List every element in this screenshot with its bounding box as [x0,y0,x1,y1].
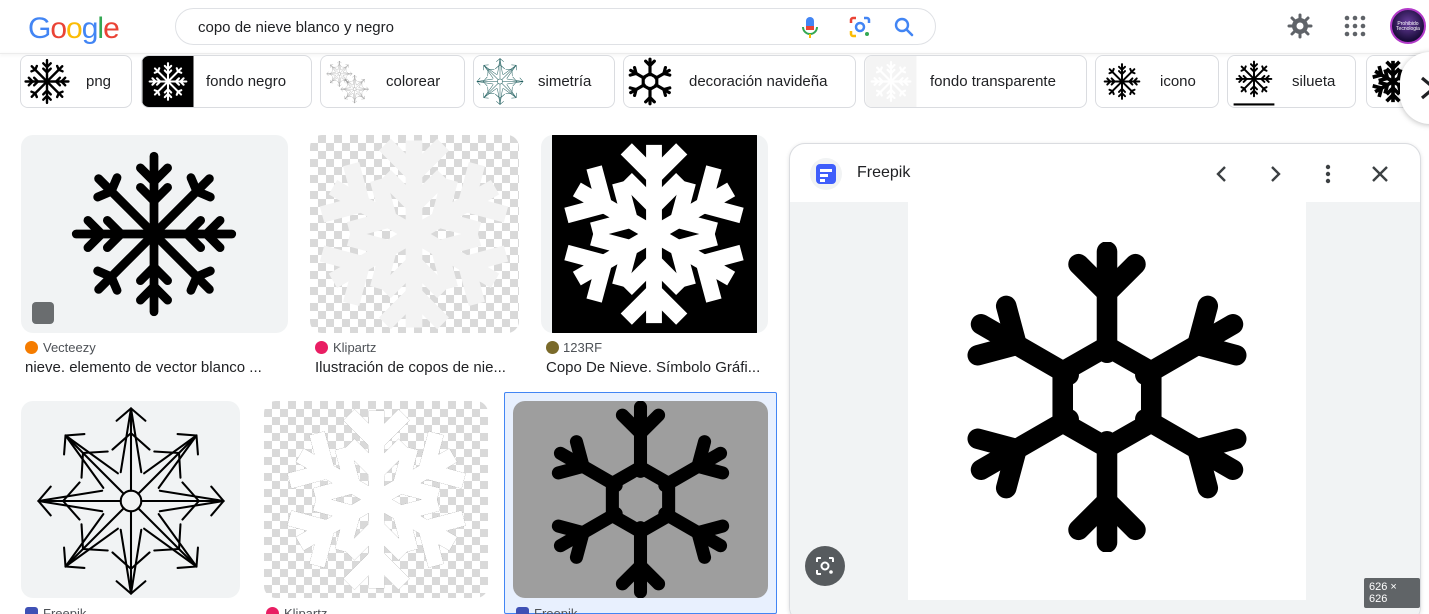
chip-thumbnail [624,56,676,107]
chip-thumbnail [474,56,526,107]
chip-label: png [86,73,112,90]
settings-gear-icon[interactable] [1287,13,1313,39]
header-divider [0,53,1429,54]
chip-label: colorear [386,73,441,90]
logo-letter: e [103,12,120,45]
chip-thumbnail [142,56,194,107]
result-source[interactable]: 123RF [563,340,602,355]
result-caption[interactable]: Ilustración de copos de nie... [315,359,519,376]
google-lens-icon [816,557,834,575]
logo-letter: o [50,12,67,45]
chip-fondo-negro[interactable]: fondo negro [141,55,312,108]
search-query-text[interactable]: copo de nieve blanco y negro [198,19,394,36]
result-image-3[interactable] [541,135,768,333]
logo-letter: g [81,12,99,45]
search-icon[interactable] [893,16,915,38]
snowflake-image [64,144,244,324]
result-image-5[interactable] [264,401,488,598]
more-options-icon[interactable] [1312,158,1344,190]
chip-label: fondo transparente [930,73,1056,90]
chip-simetria[interactable]: simetría [473,55,615,108]
freepik-favicon-icon [516,607,529,614]
logo-letter: G [28,12,51,45]
snowflake-image [952,242,1262,552]
apps-grid-icon[interactable] [1344,15,1366,37]
avatar-text: Prohibido Tecnologia [1396,21,1420,32]
chip-label: icono [1160,73,1196,90]
snowflake-image [315,135,513,333]
result-image-6[interactable] [513,401,768,598]
klipartz-favicon-icon [266,607,279,614]
panel-source-name[interactable]: Freepik [857,164,910,182]
chip-png[interactable]: png [20,55,132,108]
result-source[interactable]: Klipartz [284,606,327,614]
freepik-logo-icon [810,158,842,190]
chip-label: fondo negro [206,73,287,90]
result-caption[interactable]: nieve. elemento de vector blanco ... [25,359,287,376]
image-badge-icon [32,302,54,324]
image-preview-panel: Freepik 626 × 626 [789,143,1421,614]
klipartz-favicon-icon [315,341,328,354]
chip-icono[interactable]: icono [1095,55,1219,108]
result-image-1[interactable] [21,135,288,333]
chip-decoracion-navidena[interactable]: decoración navideña [623,55,856,108]
result-source[interactable]: Freepik [43,606,86,614]
preview-image[interactable] [908,202,1306,600]
chip-label: simetría [538,73,592,90]
chevron-right-icon [1420,76,1429,100]
result-source[interactable]: Klipartz [333,340,376,355]
image-dimensions: 626 × 626 [1364,578,1420,608]
search-input[interactable]: copo de nieve blanco y negro [175,8,936,45]
close-icon[interactable] [1364,158,1396,190]
snowflake-image [542,401,739,598]
result-image-2[interactable] [310,135,519,333]
chip-fondo-transparente[interactable]: fondo transparente [864,55,1087,108]
chip-thumbnail [321,56,373,107]
chip-thumbnail [1096,56,1148,107]
chip-silueta[interactable]: silueta [1227,55,1356,108]
next-chevron-icon[interactable] [1259,158,1291,190]
chip-thumbnail [1228,56,1280,107]
search-inside-image-button[interactable] [805,546,845,586]
logo-letter: o [66,12,83,45]
top-bar: Google copo de nieve blanco y negro Proh… [0,0,1429,54]
account-avatar[interactable]: Prohibido Tecnologia [1390,8,1426,44]
chip-thumbnail [21,56,73,107]
chip-colorear[interactable]: colorear [320,55,465,108]
google-lens-icon[interactable] [848,15,872,39]
snowflake-image [278,401,475,598]
result-image-4[interactable] [21,401,240,598]
result-caption[interactable]: Copo De Nieve. Símbolo Gráfi... [546,359,768,376]
result-source[interactable]: Freepik [534,606,577,614]
snowflake-image [33,403,229,598]
freepik-favicon-icon [25,607,38,614]
chip-label: decoración navideña [689,73,828,90]
123rf-favicon-icon [546,341,559,354]
microphone-icon[interactable] [800,16,820,40]
google-logo[interactable]: Google [28,12,120,46]
vecteezy-favicon-icon [25,341,38,354]
result-source[interactable]: Vecteezy [43,340,96,355]
chip-thumbnail [865,56,917,107]
chip-label: silueta [1292,73,1336,90]
previous-chevron-icon[interactable] [1206,158,1238,190]
snowflake-image [555,135,753,333]
